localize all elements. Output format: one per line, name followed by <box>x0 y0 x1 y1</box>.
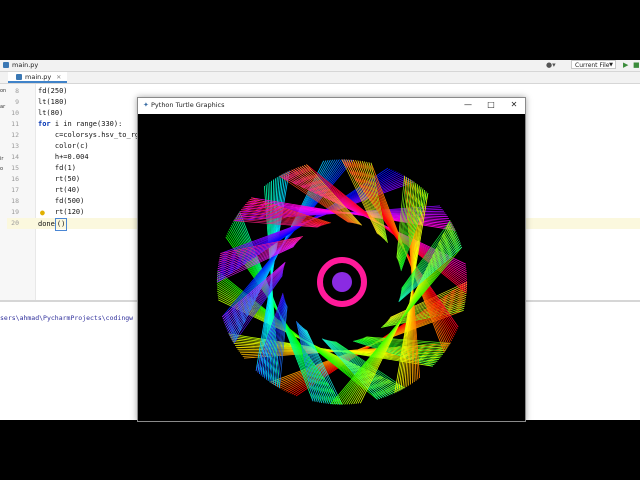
python-file-icon <box>16 74 22 80</box>
code-text: rt(50) <box>38 175 81 183</box>
strip-mark: o <box>0 166 4 172</box>
line-number: 10 <box>11 109 19 117</box>
run-config-label: Current File <box>575 62 610 69</box>
code-text: for i in range(330): <box>38 119 122 130</box>
strip-mark: on <box>0 88 7 94</box>
minimize-icon[interactable]: — <box>461 100 475 110</box>
code-text: lt(80) <box>38 109 64 117</box>
path-file-label[interactable]: main.py <box>3 61 38 69</box>
maximize-icon[interactable]: □ <box>484 100 498 110</box>
code-call: done <box>38 220 55 228</box>
ide-title-bar: main.py ●▾ Current File ▼ ▶ ■ <box>0 60 640 72</box>
line-number: 14 <box>11 153 19 161</box>
code-text: fd(1) <box>38 164 76 172</box>
run-config-select[interactable]: Current File ▼ <box>571 60 616 69</box>
code-text: h+=0.004 <box>38 153 89 161</box>
run-output-line: sers\ahmad\PycharmProjects\codingw <box>0 314 134 322</box>
debug-icon[interactable]: ■ <box>633 61 640 69</box>
code-text: c=colorsys.hsv_to_rg <box>38 131 140 139</box>
line-number: 19 <box>11 208 19 216</box>
keyword: for <box>38 120 51 128</box>
line-number: 11 <box>11 120 19 128</box>
line-number: 18 <box>11 197 19 205</box>
user-icon[interactable]: ●▾ <box>546 61 556 69</box>
close-tab-icon[interactable]: ✕ <box>56 74 61 81</box>
paren-match-highlight: () <box>54 218 68 231</box>
code-text: rt(120) <box>38 208 85 216</box>
editor-tab-bar: main.py ✕ <box>0 72 640 84</box>
line-number: 15 <box>11 164 19 172</box>
turtle-window-title-bar[interactable]: ✦ Python Turtle Graphics — □ ✕ <box>138 98 525 113</box>
strip-mark: ar <box>0 104 6 110</box>
turtle-window-title: Python Turtle Graphics <box>151 101 225 109</box>
turtle-canvas <box>138 114 525 421</box>
line-number: 9 <box>15 98 19 106</box>
line-number: 13 <box>11 142 19 150</box>
run-icon[interactable]: ▶ <box>623 61 631 69</box>
close-icon[interactable]: ✕ <box>507 100 521 110</box>
python-file-icon <box>3 62 9 68</box>
code-text: done() <box>38 218 68 231</box>
line-number: 8 <box>15 87 19 95</box>
code-line[interactable]: 8 fd(250) <box>7 86 640 97</box>
chevron-down-icon: ▼ <box>609 62 613 68</box>
code-text: fd(250) <box>38 87 68 95</box>
spiro-center-core <box>332 272 352 292</box>
line-number: 12 <box>11 131 19 139</box>
code-text: fd(500) <box>38 197 85 205</box>
code-rest: i in range(330): <box>50 120 123 128</box>
tab-label: main.py <box>25 73 52 81</box>
line-number: 17 <box>11 186 19 194</box>
turtle-graphics-window[interactable]: ✦ Python Turtle Graphics — □ ✕ <box>137 97 526 422</box>
code-text: lt(180) <box>38 98 68 106</box>
line-number: 16 <box>11 175 19 183</box>
line-number: 20 <box>11 219 19 227</box>
strip-mark: ir <box>0 156 4 162</box>
tab-main-py[interactable]: main.py ✕ <box>8 72 68 83</box>
spirograph-drawing <box>138 114 525 421</box>
feather-icon: ✦ <box>143 101 149 109</box>
code-text: rt(40) <box>38 186 81 194</box>
path-file-name: main.py <box>12 61 39 69</box>
code-text: color(c) <box>38 142 89 150</box>
